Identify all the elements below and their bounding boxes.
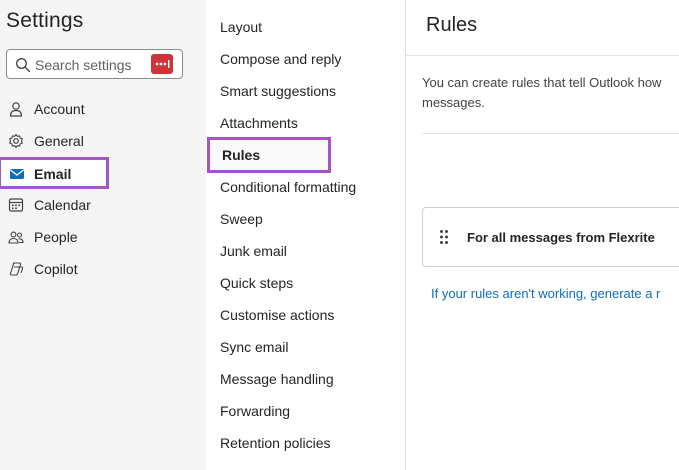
copilot-icon	[9, 262, 24, 276]
gear-icon	[9, 133, 23, 149]
menu-item-forwarding[interactable]: Forwarding	[220, 403, 290, 419]
page-title: Rules	[426, 14, 478, 36]
menu-item-quick-steps[interactable]: Quick steps	[220, 275, 293, 291]
menu-item-retention-policies[interactable]: Retention policies	[220, 435, 331, 451]
rule-name: For all messages from Flexrite	[467, 230, 655, 245]
description-line-1: You can create rules that tell Outlook h…	[422, 75, 662, 90]
description-line-2: messages.	[422, 95, 485, 110]
sidebar-item-calendar[interactable]: Calendar	[0, 189, 200, 221]
search-settings-input[interactable]: Search settings	[6, 49, 183, 79]
menu-item-layout[interactable]: Layout	[220, 19, 262, 35]
email-settings-menu: Layout Compose and reply Smart suggestio…	[206, 0, 405, 470]
sidebar-item-label: Email	[34, 166, 72, 182]
menu-item-conditional-formatting[interactable]: Conditional formatting	[220, 179, 356, 195]
menu-item-attachments[interactable]: Attachments	[220, 115, 298, 131]
sidebar-item-label: Copilot	[34, 261, 78, 277]
rules-description: You can create rules that tell Outlook h…	[422, 73, 679, 113]
search-placeholder: Search settings	[35, 57, 132, 73]
sidebar-item-general[interactable]: General	[0, 125, 200, 157]
rule-item[interactable]: For all messages from Flexrite	[422, 207, 679, 267]
rules-panel: Rules You can create rules that tell Out…	[406, 0, 679, 470]
sidebar-item-label: General	[34, 133, 84, 149]
sidebar-item-label: Calendar	[34, 197, 91, 213]
menu-item-sweep[interactable]: Sweep	[220, 211, 263, 227]
menu-item-sync-email[interactable]: Sync email	[220, 339, 288, 355]
mail-icon	[10, 169, 24, 179]
menu-item-smart-suggestions[interactable]: Smart suggestions	[220, 83, 336, 99]
section-divider	[422, 133, 679, 134]
header-divider	[406, 55, 679, 56]
sidebar-item-account[interactable]: Account	[0, 93, 200, 125]
settings-sidebar: Settings Search settings Account General…	[0, 0, 206, 470]
people-icon	[8, 231, 24, 244]
sidebar-item-people[interactable]: People	[0, 221, 200, 253]
search-icon	[16, 58, 31, 73]
sidebar-item-email[interactable]: Email	[0, 157, 109, 189]
settings-title: Settings	[6, 9, 84, 32]
rules-help-link[interactable]: If your rules aren't working, generate a…	[431, 286, 660, 301]
sidebar-item-label: Account	[34, 101, 85, 117]
menu-item-message-handling[interactable]: Message handling	[220, 371, 334, 387]
menu-item-compose-and-reply[interactable]: Compose and reply	[220, 51, 341, 67]
drag-handle-icon[interactable]	[439, 229, 449, 245]
sidebar-item-copilot[interactable]: Copilot	[0, 253, 200, 285]
calendar-icon	[8, 198, 24, 212]
sidebar-item-label: People	[34, 229, 78, 245]
password-manager-icon[interactable]	[151, 54, 173, 74]
menu-item-customise-actions[interactable]: Customise actions	[220, 307, 334, 323]
menu-item-junk-email[interactable]: Junk email	[220, 243, 287, 259]
menu-item-rules[interactable]: Rules	[207, 137, 331, 173]
person-icon	[9, 102, 23, 117]
